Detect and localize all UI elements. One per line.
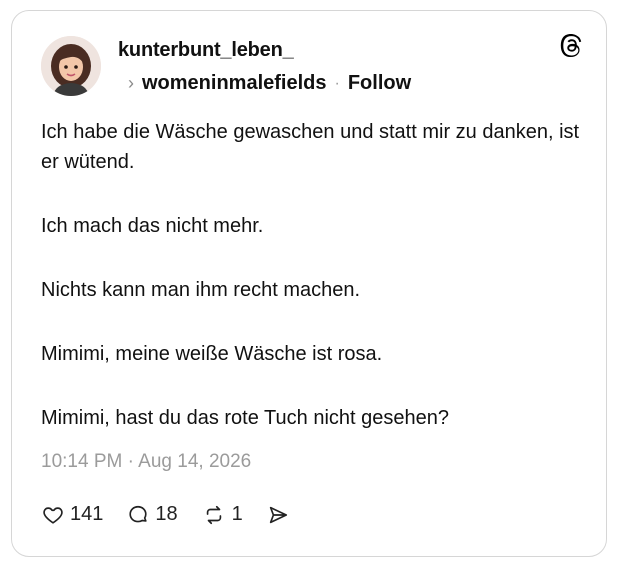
post-card: kunterbunt_leben_ › womeninmalefields · … <box>11 10 607 557</box>
post-paragraph: Ich habe die Wäsche gewaschen und statt … <box>41 121 580 173</box>
action-bar: 141 18 1 <box>42 503 319 526</box>
send-icon <box>269 506 287 523</box>
post-timestamp: 10:14 PM · Aug 14, 2026 <box>41 451 252 472</box>
community-link[interactable]: womeninmalefields <box>142 72 327 95</box>
author-name[interactable]: kunterbunt_leben_ <box>118 39 294 62</box>
reply-count: 18 <box>155 503 178 525</box>
reply-button[interactable]: 18 <box>127 503 178 526</box>
like-button[interactable]: 141 <box>42 503 103 526</box>
threads-icon[interactable] <box>558 33 584 59</box>
follow-button[interactable]: Follow <box>348 72 411 95</box>
post-body: Ich habe die Wäsche gewaschen und statt … <box>41 117 581 467</box>
like-count: 141 <box>70 503 104 525</box>
community-line: › womeninmalefields · Follow <box>128 72 411 95</box>
repost-count: 1 <box>231 503 243 525</box>
repost-icon <box>206 505 221 524</box>
post-paragraph: Ich mach das nicht mehr. <box>41 215 264 237</box>
share-button[interactable] <box>267 504 295 526</box>
post-paragraph: Mimimi, meine weiße Wäsche ist rosa. <box>41 343 383 365</box>
post-paragraph: Mimimi, hast du das rote Tuch nicht gese… <box>41 407 449 429</box>
chevron-right-icon: › <box>128 73 134 93</box>
post-paragraph: Nichts kann man ihm recht machen. <box>41 279 361 301</box>
avatar[interactable] <box>41 36 101 96</box>
comment-icon <box>129 505 147 522</box>
repost-button[interactable]: 1 <box>202 503 243 526</box>
heart-icon <box>43 506 63 524</box>
separator-dot: · <box>334 74 340 92</box>
